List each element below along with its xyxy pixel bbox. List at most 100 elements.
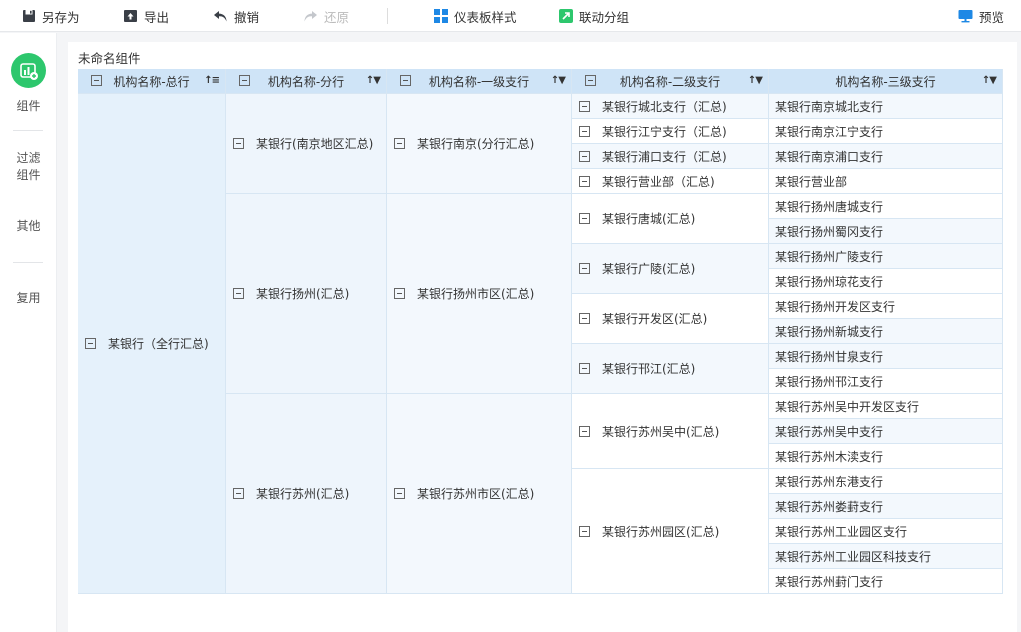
- column-header-label: 机构名称-一级支行: [428, 74, 530, 89]
- dashboard-style-icon: [434, 9, 448, 23]
- component-chart-icon[interactable]: [11, 53, 46, 88]
- second-level-subbranch-cell: 某银行唐城(汇总): [572, 194, 769, 244]
- total-bank-cell: 某银行（全行汇总): [78, 94, 226, 594]
- third-level-subbranch-cell-label: 某银行扬州邗江支行: [775, 374, 884, 389]
- third-level-subbranch-cell-label: 某银行扬州唐城支行: [775, 199, 884, 214]
- sidebar-item-other[interactable]: 其他: [0, 218, 57, 235]
- sidebar-item-components[interactable]: 组件: [0, 98, 57, 115]
- collapse-toggle-icon[interactable]: [579, 263, 590, 274]
- collapse-toggle-icon[interactable]: [233, 488, 244, 499]
- column-header-label: 机构名称-二级支行: [619, 74, 721, 89]
- second-level-subbranch-cell-label: 某银行开发区(汇总): [602, 312, 708, 326]
- sort-filter-icon[interactable]: ↑▼: [748, 75, 763, 86]
- collapse-toggle-icon[interactable]: [233, 138, 244, 149]
- second-level-subbranch-cell-label: 某银行苏州园区(汇总): [602, 524, 720, 539]
- branch-cell-label: 某银行(南京地区汇总): [256, 137, 374, 151]
- redo-button[interactable]: 还原: [303, 0, 349, 32]
- second-level-subbranch-cell: 某银行浦口支行（汇总): [572, 144, 769, 169]
- sort-filter-icon[interactable]: ↑▼: [366, 75, 381, 86]
- collapse-all-icon[interactable]: [585, 75, 596, 86]
- collapse-toggle-icon[interactable]: [579, 213, 590, 224]
- collapse-all-icon[interactable]: [239, 75, 250, 86]
- sidebar-filter-line2: 组件: [16, 168, 41, 182]
- first-level-subbranch-cell-label: 某银行扬州市区(汇总): [417, 287, 535, 301]
- second-level-subbranch-cell: 某银行广陵(汇总): [572, 244, 769, 294]
- third-level-subbranch-cell: 某银行扬州邗江支行: [769, 369, 1003, 394]
- second-level-subbranch-cell: 某银行营业部（汇总): [572, 169, 769, 194]
- save-as-button[interactable]: 另存为: [22, 0, 80, 32]
- first-level-subbranch-cell-label: 某银行苏州市区(汇总): [417, 487, 535, 501]
- collapse-toggle-icon[interactable]: [579, 525, 590, 537]
- third-level-subbranch-cell: 某银行扬州新城支行: [769, 319, 1003, 344]
- export-icon: [123, 9, 138, 23]
- save-icon: [22, 9, 36, 23]
- collapse-toggle-icon[interactable]: [394, 288, 405, 299]
- second-level-subbranch-cell-label: 某银行广陵(汇总): [602, 262, 696, 276]
- collapse-all-icon[interactable]: [400, 75, 411, 86]
- sidebar-item-reuse[interactable]: 复用: [0, 290, 57, 307]
- first-level-subbranch-cell: 某银行南京(分行汇总): [387, 94, 572, 194]
- collapse-toggle-icon[interactable]: [579, 175, 590, 187]
- second-level-subbranch-cell-label: 某银行江宁支行（汇总): [602, 124, 727, 139]
- sidebar-filter-line1: 过滤: [16, 151, 41, 165]
- sidebar-item-filter[interactable]: 过滤 组件: [0, 150, 57, 184]
- column-header-label: 机构名称-分行: [267, 74, 345, 89]
- redo-label: 还原: [324, 9, 350, 25]
- third-level-subbranch-cell-label: 某银行苏州木渎支行: [775, 449, 884, 464]
- second-level-subbranch-cell-label: 某银行唐城(汇总): [602, 212, 696, 226]
- column-header[interactable]: 机构名称-总行 ↑≡: [78, 69, 226, 94]
- collapse-toggle-icon[interactable]: [579, 150, 590, 162]
- third-level-subbranch-cell: 某银行扬州广陵支行: [769, 244, 1003, 269]
- collapse-toggle-icon[interactable]: [579, 363, 590, 374]
- third-level-subbranch-cell-label: 某银行扬州琼花支行: [775, 274, 884, 289]
- preview-button[interactable]: 预览: [958, 0, 1004, 32]
- sort-filter-icon[interactable]: ↑≡: [204, 75, 220, 86]
- third-level-subbranch-cell-label: 某银行扬州甘泉支行: [775, 349, 884, 364]
- third-level-subbranch-cell-label: 某银行扬州蜀冈支行: [775, 224, 884, 239]
- first-level-subbranch-cell: 某银行苏州市区(汇总): [387, 394, 572, 594]
- third-level-subbranch-cell: 某银行苏州木渎支行: [769, 444, 1003, 469]
- left-sidebar: 组件 过滤 组件 其他 复用: [0, 33, 57, 632]
- third-level-subbranch-cell-label: 某银行苏州娄葑支行: [775, 499, 884, 514]
- undo-button[interactable]: 撤销: [213, 0, 259, 32]
- third-level-subbranch-cell-label: 某银行苏州吴中支行: [775, 424, 884, 439]
- branch-cell-label: 某银行苏州(汇总): [256, 487, 350, 501]
- sort-filter-icon[interactable]: ↑▼: [551, 75, 566, 86]
- third-level-subbranch-cell-label: 某银行苏州工业园区支行: [775, 524, 908, 539]
- column-header-label: 机构名称-三级支行: [835, 74, 936, 89]
- collapse-toggle-icon[interactable]: [579, 425, 590, 437]
- collapse-toggle-icon[interactable]: [394, 138, 405, 149]
- third-level-subbranch-cell: 某银行扬州琼花支行: [769, 269, 1003, 294]
- collapse-toggle-icon[interactable]: [579, 125, 590, 137]
- third-level-subbranch-cell-label: 某银行南京浦口支行: [775, 149, 884, 164]
- sort-filter-icon[interactable]: ↑▼: [982, 75, 997, 86]
- collapse-toggle-icon[interactable]: [233, 288, 244, 299]
- third-level-subbranch-cell-label: 某银行南京江宁支行: [775, 124, 884, 139]
- second-level-subbranch-cell-label: 某银行浦口支行（汇总): [602, 149, 727, 164]
- third-level-subbranch-cell: 某银行苏州葑门支行: [769, 569, 1003, 594]
- third-level-subbranch-cell-label: 某银行扬州开发区支行: [775, 299, 896, 314]
- collapse-toggle-icon[interactable]: [85, 338, 96, 349]
- export-label: 导出: [144, 9, 170, 25]
- column-header[interactable]: 机构名称-一级支行 ↑▼: [387, 69, 572, 94]
- collapse-all-icon[interactable]: [91, 75, 102, 86]
- export-button[interactable]: 导出: [123, 0, 169, 32]
- branch-cell: 某银行(南京地区汇总): [226, 94, 387, 194]
- dashboard-style-button[interactable]: 仪表板样式: [434, 0, 517, 32]
- collapse-toggle-icon[interactable]: [394, 488, 405, 499]
- save-as-label: 另存为: [42, 9, 80, 25]
- column-header[interactable]: 机构名称-二级支行 ↑▼: [572, 69, 769, 94]
- column-header[interactable]: 机构名称-分行 ↑▼: [226, 69, 387, 94]
- third-level-subbranch-cell: 某银行苏州吴中开发区支行: [769, 394, 1003, 419]
- third-level-subbranch-cell-label: 某银行苏州吴中开发区支行: [775, 399, 920, 414]
- toolbar-divider: [387, 8, 388, 24]
- widget-title[interactable]: 未命名组件: [78, 48, 141, 67]
- collapse-toggle-icon[interactable]: [579, 100, 590, 112]
- third-level-subbranch-cell: 某银行南京江宁支行: [769, 119, 1003, 144]
- column-header[interactable]: 机构名称-三级支行 ↑▼: [769, 69, 1003, 94]
- dashboard-style-label: 仪表板样式: [454, 9, 517, 25]
- third-level-subbranch-cell: 某银行苏州娄葑支行: [769, 494, 1003, 519]
- collapse-toggle-icon[interactable]: [579, 313, 590, 324]
- linkage-group-button[interactable]: 联动分组: [559, 0, 629, 32]
- third-level-subbranch-cell-label: 某银行苏州工业园区科技支行: [775, 549, 932, 564]
